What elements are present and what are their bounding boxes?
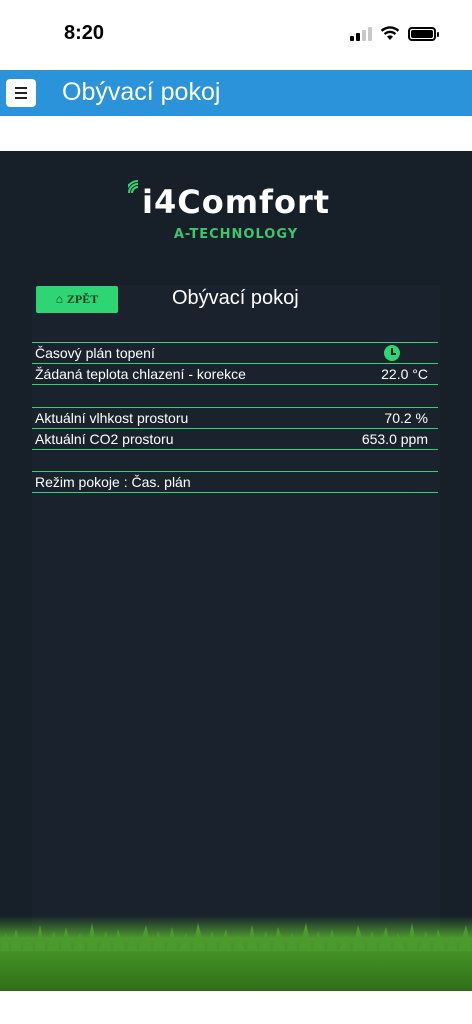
app-header: Obývací pokoj: [0, 70, 472, 116]
row-label: Aktuální vlhkost prostoru: [35, 410, 189, 426]
signal-icon: [350, 26, 372, 41]
grass-blades: [0, 923, 472, 951]
row-label: Žádaná teplota chlazení - korekce: [35, 366, 246, 382]
home-icon: ⌂: [55, 292, 63, 306]
row-cooling-setpoint[interactable]: Žádaná teplota chlazení - korekce 22.0 °…: [32, 364, 438, 385]
menu-button[interactable]: [6, 79, 36, 107]
row-label: Aktuální CO2 prostoru: [35, 431, 174, 447]
back-label: ZPĚT: [66, 292, 99, 306]
row-value: 653.0 ppm: [361, 431, 428, 447]
room-panel: ⌂ ZPĚT Obývací pokoj Časový plán topení …: [32, 285, 440, 991]
battery-icon: [408, 26, 439, 41]
app-area: i4Comfort A-TECHNOLOGY ⌂ ZPĚT Obývací po…: [0, 151, 472, 991]
wifi-status-icon: [380, 26, 400, 40]
page-title: Obývací pokoj: [62, 78, 221, 106]
row-humidity: Aktuální vlhkost prostoru 70.2 %: [32, 408, 438, 429]
logo-text: i4Comfort: [141, 183, 331, 221]
panel-title: Obývací pokoj: [172, 287, 299, 309]
status-bar: 8:20: [0, 0, 472, 70]
clock-icon[interactable]: [384, 345, 400, 361]
back-button[interactable]: ⌂ ZPĚT: [36, 286, 118, 313]
row-label: Režim pokoje : Čas. plán: [35, 474, 191, 490]
row-value: 22.0 °C: [381, 366, 428, 382]
hamburger-icon: [15, 87, 27, 89]
row-room-mode[interactable]: Režim pokoje : Čas. plán: [32, 472, 438, 493]
row-heating-schedule: Časový plán topení: [32, 343, 438, 364]
logo-subtitle: A-TECHNOLOGY: [173, 227, 299, 242]
status-time: 8:20: [64, 22, 105, 44]
row-value: 70.2 %: [384, 410, 428, 426]
row-label: Časový plán topení: [35, 345, 155, 361]
status-icons: [350, 26, 439, 41]
logo: i4Comfort A-TECHNOLOGY: [0, 183, 472, 242]
row-co2: Aktuální CO2 prostoru 653.0 ppm: [32, 429, 438, 450]
